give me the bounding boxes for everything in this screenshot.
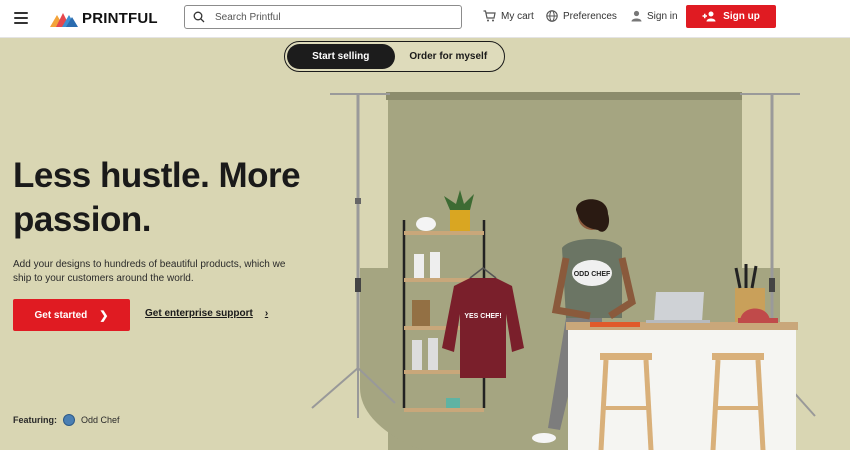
order-for-myself-tab[interactable]: Order for myself (395, 44, 503, 69)
top-nav: PRINTFUL My cart Preferences Sign in (0, 0, 850, 38)
odd-chef-logo-icon (63, 414, 75, 426)
enterprise-support-label: Get enterprise support (145, 308, 253, 319)
get-started-label: Get started (34, 309, 88, 321)
search-icon (193, 11, 205, 23)
signup-label: Sign up (723, 11, 760, 22)
chevron-right-icon: › (264, 308, 269, 319)
printful-logo[interactable]: PRINTFUL (50, 10, 158, 27)
featured-brand-link[interactable]: Odd Chef (81, 415, 120, 425)
signin-label: Sign in (647, 10, 678, 22)
signup-button[interactable]: Sign up (686, 5, 776, 28)
cart-link[interactable]: My cart (483, 10, 534, 22)
user-icon (631, 10, 642, 22)
hero-headline: Less hustle. More passion. (13, 156, 301, 239)
featuring-label: Featuring: (13, 415, 57, 425)
preferences-link[interactable]: Preferences (546, 10, 617, 22)
audience-toggle: Start selling Order for myself (284, 41, 505, 72)
start-selling-tab[interactable]: Start selling (287, 44, 395, 69)
tshirt-print: ODD CHEF (574, 271, 611, 278)
enterprise-support-link[interactable]: Get enterprise support › (145, 308, 268, 319)
chevron-right-icon: ❯ (99, 309, 109, 322)
get-started-button[interactable]: Get started ❯ (13, 299, 130, 331)
search-box[interactable] (184, 5, 462, 29)
hamburger-menu-icon[interactable] (14, 12, 28, 24)
featuring-row: Featuring: Odd Chef (13, 414, 120, 426)
add-user-icon (702, 11, 716, 22)
hero-subtext: Add your designs to hundreds of beautifu… (13, 259, 286, 284)
cart-icon (483, 10, 496, 22)
preferences-label: Preferences (563, 10, 617, 22)
globe-icon (546, 10, 558, 22)
logo-mountains-icon (50, 12, 78, 27)
signin-link[interactable]: Sign in (631, 10, 678, 22)
logo-text: PRINTFUL (82, 10, 158, 27)
sweatshirt-print: YES CHEF! (464, 313, 501, 320)
hero-scene-illustration: YES CHEF! ODD CHEF (311, 92, 816, 450)
search-input[interactable] (215, 11, 445, 23)
hero-section: YES CHEF! ODD CHEF Start selling Order f… (0, 38, 850, 450)
cart-label: My cart (501, 10, 534, 22)
